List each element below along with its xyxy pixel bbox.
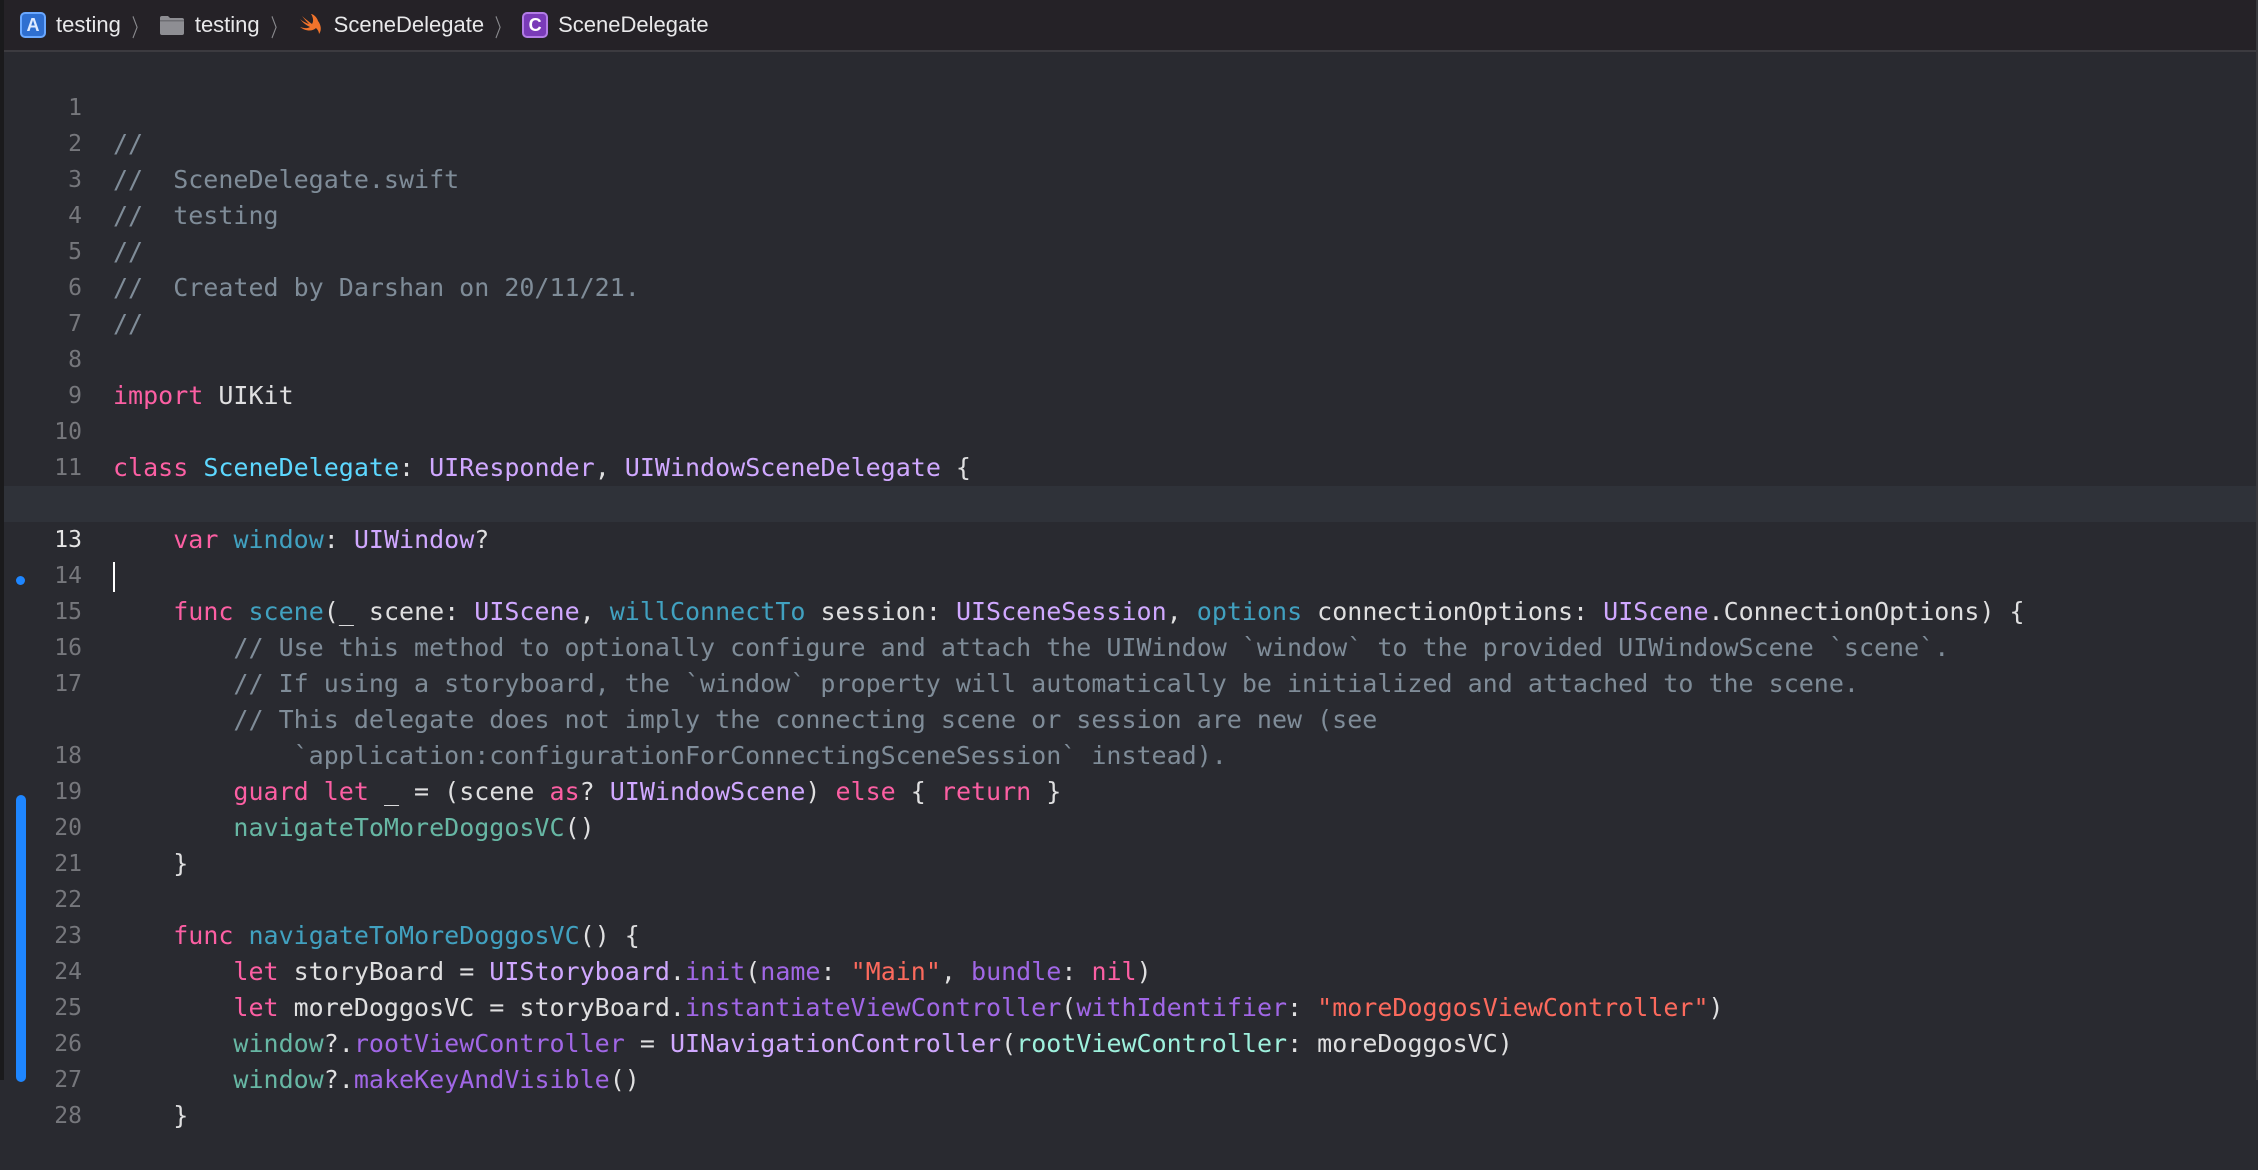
line-number: 28 — [54, 1103, 82, 1129]
code-line[interactable]: 28 — [4, 1062, 2256, 1129]
code-line[interactable]: 9 — [4, 342, 2256, 409]
breadcrumb-label: testing — [194, 12, 260, 37]
code-line[interactable]: 24 let moreDoggosVC = storyBoard.instant… — [4, 918, 2256, 1022]
code-line[interactable]: 25 window?.rootViewController = UINaviga… — [4, 954, 2256, 1058]
code-line[interactable]: 2 // SceneDelegate.swift — [4, 90, 2256, 194]
code-line[interactable]: 22 func navigateToMoreDoggosVC() { — [4, 846, 2256, 950]
code-line[interactable]: 19 navigateToMoreDoggosVC() — [4, 738, 2256, 842]
code-line[interactable]: 3 // testing — [4, 126, 2256, 230]
breadcrumb-project[interactable]: A testing — [20, 12, 121, 38]
code-line[interactable]: 1 // — [4, 54, 2256, 158]
code-line[interactable]: 23 let storyBoard = UIStoryboard.init(na… — [4, 882, 2256, 986]
code-line[interactable]: 16 // If using a storyboard, the `window… — [4, 594, 2256, 698]
code-fragment: } — [173, 1101, 189, 1130]
code-line[interactable]: 6 // — [4, 234, 2256, 338]
code-line[interactable]: 21 — [4, 810, 2256, 877]
jump-bar: A testing 〉 testing 〉 SceneDelegate 〉 C … — [4, 0, 2256, 52]
breadcrumb-folder[interactable]: testing — [159, 12, 260, 38]
code-line[interactable]: 26 window?.makeKeyAndVisible() — [4, 990, 2256, 1094]
code-line[interactable]: 5 // Created by Darshan on 20/11/21. — [4, 198, 2256, 302]
code-line[interactable]: 27 } — [4, 1026, 2256, 1130]
current-code-line[interactable]: 13 — [4, 486, 2256, 592]
code-line[interactable]: 14 func scene(_ scene: UIScene, willConn… — [4, 522, 2256, 626]
code-line[interactable]: 10 class SceneDelegate: UIResponder, UIW… — [4, 378, 2256, 482]
code-line[interactable]: 8 import UIKit — [4, 306, 2256, 410]
breadcrumb-file[interactable]: SceneDelegate — [298, 12, 484, 38]
code-line[interactable]: 17 // This delegate does not imply the c… — [4, 630, 2256, 734]
folder-icon — [159, 12, 185, 38]
breadcrumb-label: testing — [56, 12, 121, 37]
breadcrumb-label: SceneDelegate — [558, 12, 709, 37]
app-project-icon: A — [20, 12, 46, 38]
code-line[interactable]: 20 } — [4, 774, 2256, 878]
code-line[interactable]: 18 guard let _ = (scene as? UIWindowScen… — [4, 702, 2256, 806]
code-line[interactable]: 7 — [4, 270, 2256, 337]
breadcrumb-label: SceneDelegate — [333, 12, 485, 37]
code-line[interactable]: 15 // Use this method to optionally conf… — [4, 558, 2256, 662]
code-line[interactable]: 4 // — [4, 162, 2256, 266]
class-icon: C — [522, 12, 549, 38]
code-line-wrapped[interactable]: `application:configurationForConnectingS… — [4, 666, 2256, 770]
breadcrumb-separator-icon: 〉 — [131, 14, 147, 42]
breadcrumb-separator-icon: 〉 — [270, 14, 285, 42]
swift-file-icon — [298, 12, 324, 38]
code-text: } — [113, 1098, 188, 1134]
code-line[interactable]: 12 var window: UIWindow? — [4, 450, 2256, 554]
code-line[interactable]: 11 — [4, 414, 2256, 481]
source-editor[interactable]: 1 // 2 // SceneDelegate.swift 3 // testi… — [4, 54, 2256, 1130]
breadcrumb-class[interactable]: C SceneDelegate — [522, 12, 709, 38]
breadcrumb-separator-icon: 〉 — [494, 14, 510, 42]
